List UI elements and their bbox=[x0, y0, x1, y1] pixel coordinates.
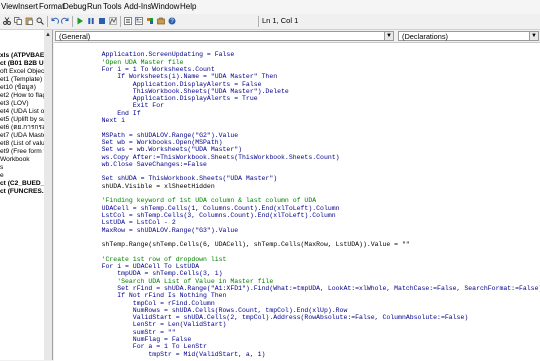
code-line[interactable]: wb.Close SaveChanges:=False bbox=[86, 161, 207, 169]
chevron-down-icon[interactable]: ▼ bbox=[384, 31, 394, 41]
menu-window[interactable]: Window bbox=[151, 2, 179, 11]
project-item[interactable]: et10 (ข้อมูล) bbox=[0, 84, 36, 92]
explorer-scrollbar[interactable] bbox=[44, 30, 52, 360]
scroll-up-icon[interactable]: ▲ bbox=[45, 32, 51, 38]
help-icon[interactable]: ? bbox=[168, 17, 176, 25]
menu-add-ins[interactable]: Add-Ins bbox=[124, 2, 152, 11]
code-line[interactable]: tmpStr = Mid(ValidStart, a, 1) bbox=[86, 351, 265, 359]
menu-insert[interactable]: Insert bbox=[18, 2, 38, 11]
project-item[interactable]: oft Excel Objects bbox=[0, 68, 49, 76]
cursor-position: Ln 1, Col 1 bbox=[262, 16, 299, 25]
code-editor[interactable]: Application.ScreenUpdating = False 'Open… bbox=[54, 42, 540, 361]
menu-run[interactable]: Run bbox=[87, 2, 102, 11]
toolbar-separator bbox=[72, 16, 73, 27]
project-item[interactable]: et3 (LOV) bbox=[0, 100, 29, 108]
menu-format[interactable]: Format bbox=[39, 2, 64, 11]
project-item[interactable]: e bbox=[0, 172, 4, 180]
code-line[interactable]: shUDA.Visible = xlSheetHidden bbox=[86, 183, 215, 191]
copy-icon[interactable] bbox=[14, 17, 22, 25]
menu-help[interactable]: Help bbox=[180, 2, 196, 11]
menu-view[interactable]: View bbox=[1, 2, 18, 11]
project-explorer: xls (ATPVBAEN.) ct (B01 B2B UDA oft Exce… bbox=[0, 30, 53, 360]
pause-icon[interactable] bbox=[87, 17, 95, 25]
run-icon[interactable] bbox=[76, 17, 84, 25]
cut-icon[interactable] bbox=[3, 17, 11, 25]
code-line[interactable]: shTemp.Range(shTemp.Cells(6, UDACell), s… bbox=[86, 241, 410, 249]
procedure-selector[interactable]: (Declarations) bbox=[398, 31, 530, 41]
find-icon[interactable] bbox=[36, 17, 44, 25]
menu-bar: View Insert Format Debug Run Tools Add-I… bbox=[0, 0, 540, 14]
undo-icon[interactable] bbox=[51, 17, 59, 25]
reset-icon[interactable] bbox=[98, 17, 106, 25]
toolbox-icon[interactable] bbox=[157, 17, 165, 25]
code-line[interactable]: Next i bbox=[86, 117, 125, 125]
redo-icon[interactable] bbox=[61, 17, 69, 25]
project-explorer-icon[interactable] bbox=[124, 17, 132, 25]
paste-icon[interactable] bbox=[25, 17, 33, 25]
toolbar-separator bbox=[120, 16, 121, 27]
menu-tools[interactable]: Tools bbox=[103, 2, 122, 11]
toolbar-separator bbox=[258, 16, 259, 27]
code-line[interactable]: MaxRow = shUDALOV.Range("G3").Value bbox=[86, 227, 239, 235]
menu-debug[interactable]: Debug bbox=[63, 2, 87, 11]
project-item[interactable]: s bbox=[0, 164, 3, 172]
project-item[interactable]: et8 (List of value) bbox=[0, 140, 51, 148]
design-mode-icon[interactable] bbox=[109, 17, 117, 25]
properties-window-icon[interactable] bbox=[135, 17, 143, 25]
project-item[interactable]: Workbook bbox=[0, 156, 30, 164]
chevron-down-icon[interactable]: ▼ bbox=[529, 31, 539, 41]
toolbar-separator bbox=[47, 16, 48, 27]
object-browser-icon[interactable] bbox=[146, 17, 154, 25]
toolbar: ? Ln 1, Col 1 bbox=[0, 14, 540, 30]
object-selector[interactable]: (General) bbox=[55, 31, 385, 41]
project-item[interactable]: et1 (Template) bbox=[0, 76, 42, 84]
